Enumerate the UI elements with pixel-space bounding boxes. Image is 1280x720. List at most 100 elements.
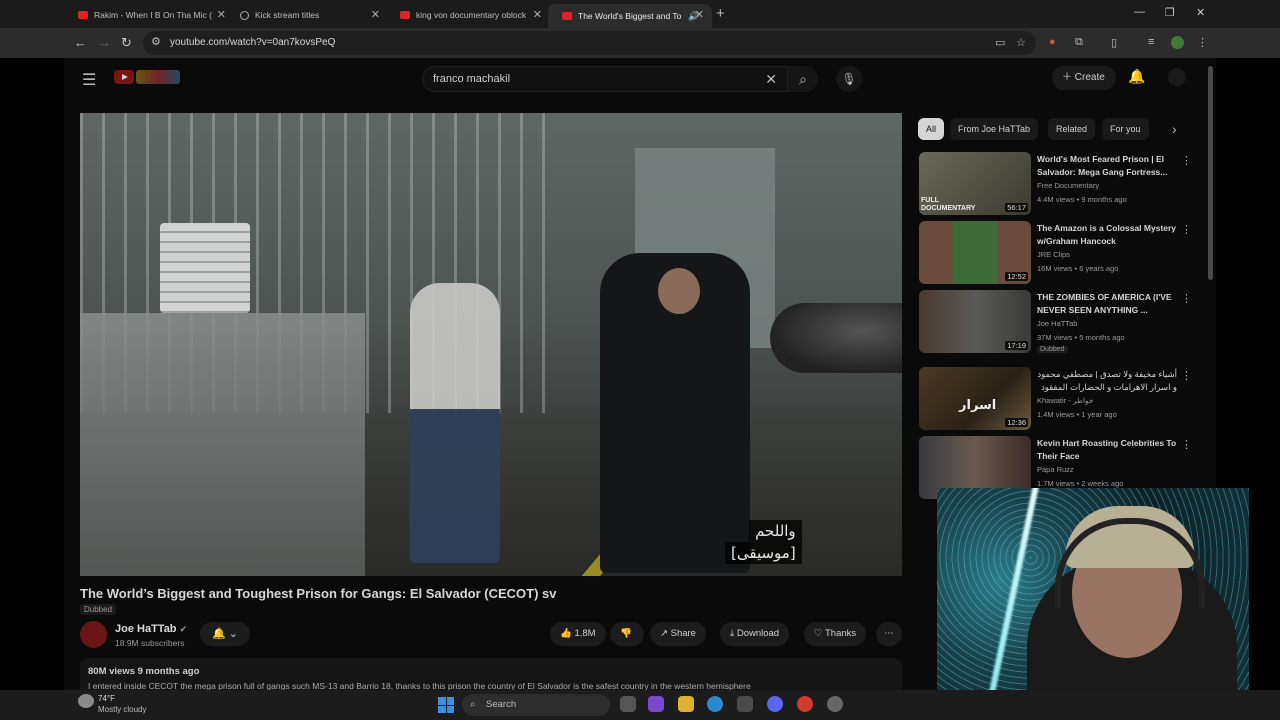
subscription-bell-button[interactable]: 🔔 ⌄: [200, 622, 250, 646]
youtube-logo[interactable]: [114, 70, 134, 84]
new-tab-button[interactable]: +: [716, 5, 725, 22]
dubbed-badge: Dubbed: [1037, 346, 1068, 353]
profile-avatar[interactable]: [1171, 36, 1184, 49]
tab-king-von[interactable]: king von documentary oblock ✕: [386, 4, 550, 26]
like-button[interactable]: 👍 1.8M: [550, 622, 606, 646]
address-bar[interactable]: ⚙ youtube.com/watch?v=0an7kovsPeQ ▭ ☆: [143, 31, 1036, 55]
extension-icon[interactable]: ●: [1049, 36, 1056, 48]
thumbs-up-icon: 👍: [560, 628, 575, 639]
more-options-icon[interactable]: ⋮: [1181, 369, 1192, 382]
tab-title: The World's Biggest and To: [578, 11, 682, 21]
search-icon[interactable]: ⌕: [788, 66, 818, 92]
media-controls-icon[interactable]: ≡: [1148, 36, 1154, 48]
chrome-icon[interactable]: [797, 696, 813, 712]
store-icon[interactable]: [737, 696, 753, 712]
clear-search-icon[interactable]: ✕: [765, 71, 777, 88]
share-button[interactable]: ↗ Share: [650, 622, 706, 646]
globe-icon: [240, 10, 249, 20]
description-box[interactable]: 80M views 9 months ago I entered inside …: [80, 658, 902, 690]
chrome-menu-icon[interactable]: ⋮: [1197, 36, 1208, 49]
obs-icon[interactable]: [827, 696, 843, 712]
video-thumbnail[interactable]: FULL DOCUMENTARY 56:17: [919, 152, 1031, 215]
close-icon[interactable]: ✕: [371, 8, 380, 21]
copilot-icon[interactable]: [648, 696, 664, 712]
description-text: I entered inside CECOT the mega prison f…: [88, 681, 751, 690]
video-player[interactable]: واللحم [موسيقى]: [80, 113, 902, 576]
dislike-button[interactable]: 👎: [610, 622, 644, 646]
microphone-icon[interactable]: 🎙: [836, 66, 862, 92]
channel-avatar[interactable]: [80, 621, 107, 648]
cast-icon[interactable]: ▭: [995, 36, 1005, 49]
more-actions-button[interactable]: ⋯: [876, 622, 902, 646]
more-options-icon[interactable]: ⋮: [1181, 438, 1192, 451]
chip-from-channel[interactable]: From Joe HaTTab: [950, 118, 1039, 140]
chip-all[interactable]: All: [918, 118, 945, 140]
close-icon[interactable]: ✕: [217, 8, 226, 21]
rec-meta: 1.4M views • 1 year ago: [1037, 410, 1117, 419]
download-button[interactable]: ⤓ Download: [720, 622, 790, 646]
video-title: The World’s Biggest and Toughest Prison …: [80, 586, 557, 601]
more-options-icon[interactable]: ⋮: [1181, 223, 1192, 236]
rec-channel: Joe HaTTab: [1037, 319, 1078, 328]
extensions-puzzle-icon[interactable]: ⧉: [1075, 36, 1083, 49]
chevron-right-icon[interactable]: ›: [1172, 121, 1177, 137]
weather-temperature[interactable]: 74°F: [98, 694, 115, 703]
thumbnail-caption: FULL DOCUMENTARY: [921, 197, 976, 212]
video-thumbnail[interactable]: 12:52: [919, 221, 1031, 284]
maximize-icon[interactable]: ❐: [1165, 6, 1175, 19]
site-info-icon[interactable]: ⚙: [151, 35, 161, 48]
account-avatar[interactable]: [1168, 68, 1186, 86]
rec-title: THE ZOMBIES OF AMERICA (I'VE NEVER SEEN …: [1037, 292, 1172, 315]
forward-icon[interactable]: →: [98, 35, 111, 50]
recommendation-item[interactable]: FULL DOCUMENTARY 56:17 World's Most Fear…: [919, 152, 1199, 216]
weather-description[interactable]: Mostly cloudy: [98, 705, 146, 714]
recommendation-item[interactable]: اسرار 12:36 أشياء مخيفة ولا تصدق | مصطفي…: [919, 367, 1199, 431]
share-label: Share: [670, 628, 696, 639]
search-input[interactable]: franco machakil: [433, 73, 510, 85]
tab-worlds-biggest-prison[interactable]: The World's Biggest and To 🔊 ✕: [548, 4, 712, 28]
scrollbar[interactable]: [1208, 66, 1213, 280]
task-view-icon[interactable]: [620, 696, 636, 712]
taskbar-search[interactable]: ⌕ Search: [462, 694, 610, 716]
edge-icon[interactable]: [707, 696, 723, 712]
reload-icon[interactable]: ↻: [121, 35, 132, 51]
back-icon[interactable]: ←: [74, 35, 87, 50]
youtube-doodle[interactable]: [136, 70, 180, 84]
thanks-button[interactable]: ♡ Thanks: [804, 622, 867, 646]
tab-title: Rakim - When I B On Tha Mic (: [94, 10, 212, 20]
more-options-icon[interactable]: ⋮: [1181, 292, 1192, 305]
share-icon: ↗: [660, 628, 671, 639]
video-thumbnail[interactable]: اسرار 12:36: [919, 367, 1031, 430]
chip-related[interactable]: Related: [1048, 118, 1096, 140]
download-icon: ⤓: [730, 628, 737, 639]
bookmark-star-icon[interactable]: ☆: [1016, 36, 1026, 49]
search-box[interactable]: franco machakil ✕: [422, 66, 788, 92]
chip-for-you[interactable]: For you: [1102, 118, 1149, 140]
video-thumbnail[interactable]: 17:19: [919, 290, 1031, 353]
guard-face: [658, 268, 700, 314]
windows-start-icon[interactable]: [438, 697, 454, 713]
recommendation-item[interactable]: 12:52 The Amazon is a Colossal Mystery w…: [919, 221, 1199, 285]
thanks-label: Thanks: [824, 628, 857, 639]
search-icon: ⌕: [470, 699, 476, 710]
more-options-icon[interactable]: ⋮: [1181, 154, 1192, 167]
channel-name[interactable]: Joe HaTTab ✔: [115, 623, 187, 635]
close-icon[interactable]: ✕: [695, 8, 704, 21]
tab-rakim[interactable]: Rakim - When I B On Tha Mic ( ✕: [64, 4, 234, 26]
notifications-bell-icon[interactable]: 🔔: [1128, 68, 1145, 85]
weather-icon[interactable]: [78, 694, 94, 708]
minimize-icon[interactable]: —: [1134, 6, 1145, 18]
tab-kick[interactable]: Kick stream titles ✕: [226, 4, 388, 26]
recommendation-item[interactable]: 17:19 THE ZOMBIES OF AMERICA (I'VE NEVER…: [919, 290, 1199, 354]
create-button[interactable]: ＋ Create: [1052, 66, 1116, 90]
window-close-icon[interactable]: ✕: [1196, 6, 1205, 19]
side-panel-icon[interactable]: ▯: [1111, 36, 1117, 49]
close-icon[interactable]: ✕: [533, 8, 542, 21]
discord-icon[interactable]: [767, 696, 783, 712]
video-duration: 17:19: [1005, 341, 1028, 350]
rec-title: World's Most Feared Prison | El Salvador…: [1037, 154, 1168, 177]
download-label: Download: [736, 628, 780, 639]
tab-title: Kick stream titles: [255, 10, 320, 20]
file-explorer-icon[interactable]: [678, 696, 694, 712]
menu-icon[interactable]: ☰: [82, 70, 96, 90]
